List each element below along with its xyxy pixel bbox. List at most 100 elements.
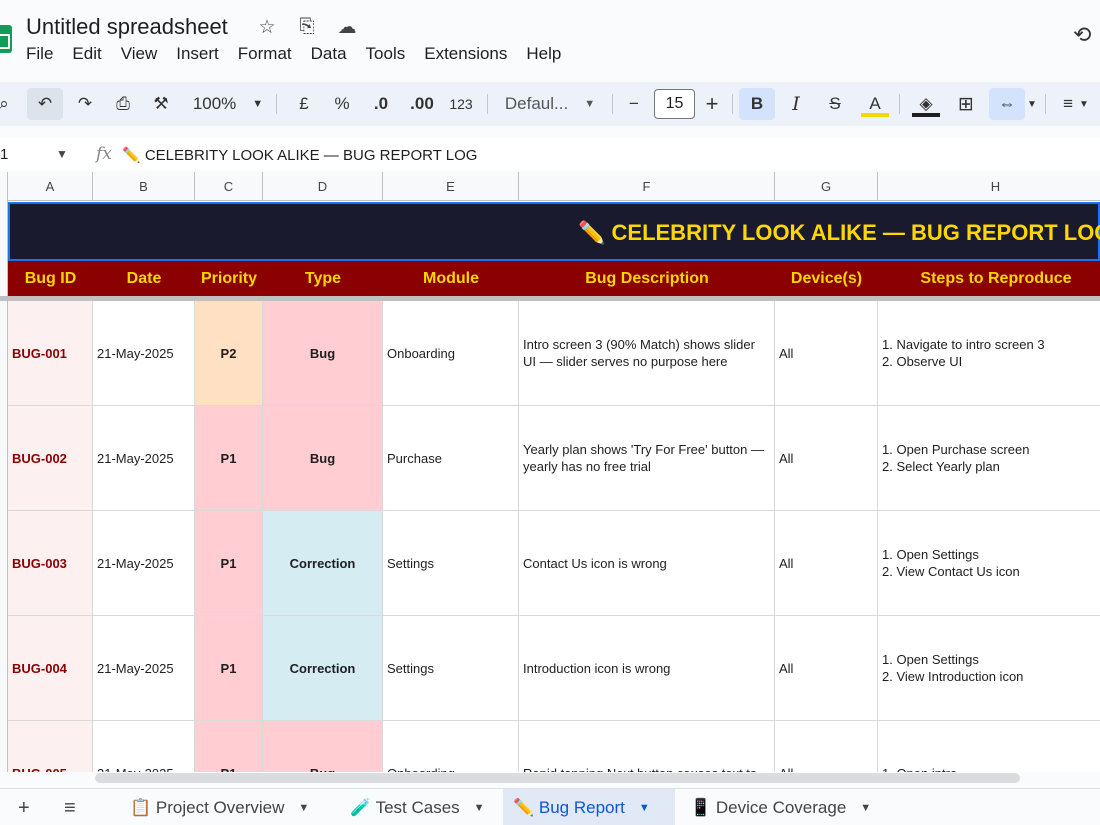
add-sheet-button[interactable]: + <box>18 797 30 820</box>
module-cell[interactable]: Onboarding <box>383 721 519 772</box>
search-icon[interactable]: ⌕ <box>0 88 14 120</box>
header-date[interactable]: Date <box>93 261 195 297</box>
star-icon[interactable]: ☆ <box>254 16 280 39</box>
module-cell[interactable]: Onboarding <box>383 301 519 405</box>
steps-cell[interactable]: 1. Open Settings 2. View Contact Us icon <box>878 511 1100 615</box>
device-cell[interactable]: All <box>775 301 878 405</box>
chevron-down-icon[interactable]: ▼ <box>639 802 650 814</box>
device-cell[interactable]: All <box>775 721 878 772</box>
strikethrough-button[interactable]: S <box>820 88 850 120</box>
header-devices[interactable]: Device(s) <box>775 261 878 297</box>
font-size-decrease-button[interactable]: − <box>622 88 646 120</box>
steps-cell[interactable]: 1. Open Settings 2. View Introduction ic… <box>878 616 1100 720</box>
chevron-down-icon[interactable]: ▼ <box>298 802 309 814</box>
column-header-b[interactable]: B <box>93 172 195 201</box>
bug-id-cell[interactable]: BUG-002 <box>8 406 93 510</box>
version-history-icon[interactable]: ⟲ <box>1073 22 1091 48</box>
bug-id-cell[interactable]: BUG-004 <box>8 616 93 720</box>
name-box-chevron-icon[interactable]: ▼ <box>56 147 68 161</box>
column-header-f[interactable]: F <box>519 172 775 201</box>
sheets-logo-icon[interactable] <box>0 25 12 53</box>
align-icon[interactable]: ≡ ▼ <box>1052 88 1100 120</box>
borders-icon[interactable]: ⊞ <box>950 88 982 120</box>
date-cell[interactable]: 21-May-2025 <box>93 406 195 510</box>
column-header-g[interactable]: G <box>775 172 878 201</box>
column-header-c[interactable]: C <box>195 172 263 201</box>
column-header-h[interactable]: H <box>878 172 1100 201</box>
device-cell[interactable]: All <box>775 616 878 720</box>
priority-cell[interactable]: P1 <box>195 721 263 772</box>
decrease-decimal-button[interactable]: .0 <box>366 88 396 120</box>
paint-format-icon[interactable]: ⚒ <box>146 88 176 120</box>
module-cell[interactable]: Settings <box>383 511 519 615</box>
currency-button[interactable]: £ <box>290 88 318 120</box>
description-cell[interactable]: Yearly plan shows 'Try For Free' button … <box>519 406 775 510</box>
type-cell[interactable]: Bug <box>263 721 383 772</box>
priority-cell[interactable]: P1 <box>195 406 263 510</box>
cloud-status-icon[interactable]: ☁ <box>334 16 360 39</box>
priority-cell[interactable]: P1 <box>195 511 263 615</box>
sheet-tab-test-cases[interactable]: 🧪 Test Cases ▼ <box>340 789 495 825</box>
chevron-down-icon[interactable]: ▼ <box>474 802 485 814</box>
device-cell[interactable]: All <box>775 511 878 615</box>
header-module[interactable]: Module <box>383 261 519 297</box>
zoom-select[interactable]: 100% ▼ <box>188 88 268 120</box>
chevron-down-icon[interactable]: ▼ <box>860 802 871 814</box>
header-steps[interactable]: Steps to Reproduce <box>878 261 1100 297</box>
menu-view[interactable]: View <box>121 44 167 64</box>
column-header-d[interactable]: D <box>263 172 383 201</box>
sheet-tab-bug-report[interactable]: ✏️ Bug Report ▼ <box>503 789 675 825</box>
menu-file[interactable]: File <box>26 44 62 64</box>
description-cell[interactable]: Contact Us icon is wrong <box>519 511 775 615</box>
bug-id-cell[interactable]: BUG-001 <box>8 301 93 405</box>
type-cell[interactable]: Correction <box>263 616 383 720</box>
header-bug-id[interactable]: Bug ID <box>8 261 93 297</box>
column-header-a[interactable]: A <box>8 172 93 201</box>
sheet-tab-device-coverage[interactable]: 📱 Device Coverage ▼ <box>680 789 881 825</box>
horizontal-scrollbar[interactable] <box>95 773 1020 783</box>
print-icon[interactable]: ⎙ <box>108 88 138 120</box>
description-cell[interactable]: Intro screen 3 (90% Match) shows slider … <box>519 301 775 405</box>
header-type[interactable]: Type <box>263 261 383 297</box>
bug-id-cell[interactable]: BUG-005 <box>8 721 93 772</box>
date-cell[interactable]: 21-May-2025 <box>93 721 195 772</box>
steps-cell[interactable]: 1. Open intro <box>878 721 1100 773</box>
menu-help[interactable]: Help <box>526 44 570 64</box>
steps-cell[interactable]: 1. Open Purchase screen 2. Select Yearly… <box>878 406 1100 510</box>
menu-tools[interactable]: Tools <box>366 44 415 64</box>
all-sheets-menu-icon[interactable]: ≡ <box>64 797 76 820</box>
menu-insert[interactable]: Insert <box>176 44 228 64</box>
priority-cell[interactable]: P1 <box>195 616 263 720</box>
bold-button[interactable]: B <box>739 88 775 120</box>
header-bug-description[interactable]: Bug Description <box>519 261 775 297</box>
type-cell[interactable]: Correction <box>263 511 383 615</box>
title-banner-cell[interactable]: ✏️ CELEBRITY LOOK ALIKE — BUG REPORT LOG <box>8 202 1100 261</box>
name-box[interactable]: 1 <box>0 146 8 163</box>
italic-button[interactable]: I <box>781 88 811 120</box>
redo-icon[interactable]: ↷ <box>70 88 100 120</box>
number-format-button[interactable]: 123 <box>446 88 476 120</box>
module-cell[interactable]: Settings <box>383 616 519 720</box>
type-cell[interactable]: Bug <box>263 301 383 405</box>
steps-cell[interactable]: 1. Navigate to intro screen 3 2. Observe… <box>878 301 1100 405</box>
font-select[interactable]: Defaul... ▼ <box>498 88 602 120</box>
font-size-input[interactable]: 15 <box>654 89 695 119</box>
menu-extensions[interactable]: Extensions <box>424 44 516 64</box>
description-cell[interactable]: Rapid tapping Next button causes text to <box>519 721 775 772</box>
module-cell[interactable]: Purchase <box>383 406 519 510</box>
sheet-tab-project-overview[interactable]: 📋 Project Overview ▼ <box>120 789 319 825</box>
date-cell[interactable]: 21-May-2025 <box>93 301 195 405</box>
type-cell[interactable]: Bug <box>263 406 383 510</box>
device-cell[interactable]: All <box>775 406 878 510</box>
bug-id-cell[interactable]: BUG-003 <box>8 511 93 615</box>
menu-data[interactable]: Data <box>311 44 356 64</box>
menu-edit[interactable]: Edit <box>72 44 110 64</box>
document-title[interactable]: Untitled spreadsheet <box>26 14 228 40</box>
percent-button[interactable]: % <box>328 88 356 120</box>
merge-options-chevron-icon[interactable]: ▼ <box>1025 88 1039 120</box>
formula-input[interactable]: ✏️ CELEBRITY LOOK ALIKE — BUG REPORT LOG <box>122 146 477 164</box>
column-header-e[interactable]: E <box>383 172 519 201</box>
spreadsheet-grid[interactable]: A B C D E F G H ✏️ CELEBRITY LOOK ALIKE … <box>0 172 1100 772</box>
menu-format[interactable]: Format <box>238 44 301 64</box>
increase-decimal-button[interactable]: .00 <box>406 88 438 120</box>
